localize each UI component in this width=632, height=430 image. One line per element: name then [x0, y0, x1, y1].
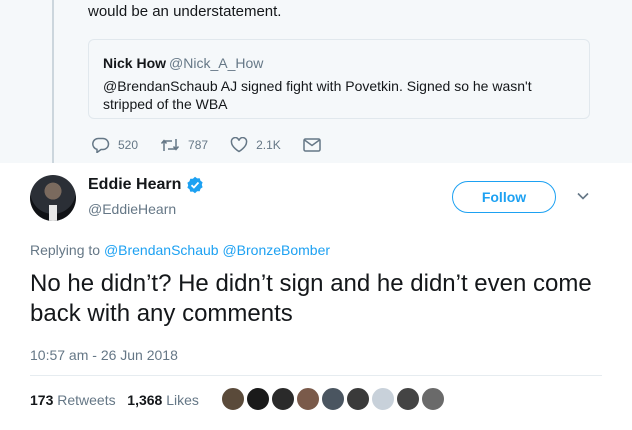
- liker-avatars: [221, 387, 446, 411]
- likes-count: 1,368: [127, 392, 163, 408]
- like-count: 2.1K: [256, 138, 281, 152]
- reply-mention-2[interactable]: @BronzeBomber: [222, 242, 330, 258]
- tweet-text: No he didn’t? He didn’t sign and he didn…: [30, 270, 592, 327]
- divider: [30, 375, 602, 376]
- heart-icon: [230, 137, 248, 153]
- quoted-tweet-text: @BrendanSchaub AJ signed fight with Pove…: [103, 78, 532, 112]
- liker-avatar[interactable]: [421, 387, 445, 411]
- message-action[interactable]: [303, 138, 329, 152]
- likes-label: Likes: [166, 392, 199, 408]
- liker-avatar[interactable]: [246, 387, 270, 411]
- reply-action[interactable]: 520: [92, 137, 138, 153]
- like-action[interactable]: 2.1K: [230, 137, 281, 153]
- previous-tweet-text: would be an understatement.: [88, 3, 282, 20]
- replying-to: Replying to @BrendanSchaub @BronzeBomber: [30, 242, 330, 258]
- avatar-shirt: [49, 205, 57, 221]
- liker-avatar[interactable]: [321, 387, 345, 411]
- retweets-label: Retweets: [57, 392, 116, 408]
- reply-count: 520: [118, 138, 139, 152]
- quoted-author-name[interactable]: Nick How: [103, 55, 166, 71]
- liker-avatar[interactable]: [346, 387, 370, 411]
- avatar[interactable]: [30, 175, 76, 221]
- quoted-tweet-card[interactable]: Nick How @Nick_A_How @BrendanSchaub AJ si…: [88, 39, 590, 119]
- likes-stat[interactable]: 1,368 Likes: [127, 392, 199, 408]
- previous-tweet-section: would be an understatement. Nick How @Nic…: [0, 0, 632, 163]
- liker-avatar[interactable]: [221, 387, 245, 411]
- retweets-stat[interactable]: 173 Retweets: [30, 392, 116, 408]
- reply-mention-1[interactable]: @BrendanSchaub: [104, 242, 219, 258]
- quoted-author-handle[interactable]: @Nick_A_How: [169, 55, 263, 71]
- verified-badge-icon: [187, 176, 203, 194]
- envelope-icon: [303, 138, 321, 152]
- tweet-stats: 173 Retweets 1,368 Likes: [30, 392, 199, 408]
- author-name-row: Eddie Hearn: [88, 176, 204, 194]
- liker-avatar[interactable]: [371, 387, 395, 411]
- retweets-count: 173: [30, 392, 54, 408]
- author-name[interactable]: Eddie Hearn: [88, 176, 181, 194]
- reply-icon: [92, 137, 110, 153]
- tweet-timestamp[interactable]: 10:57 am - 26 Jun 2018: [30, 347, 178, 363]
- replying-to-label: Replying to: [30, 242, 101, 258]
- chevron-down-icon[interactable]: [576, 191, 590, 201]
- follow-button[interactable]: Follow: [452, 181, 556, 213]
- liker-avatar[interactable]: [296, 387, 320, 411]
- liker-avatar[interactable]: [271, 387, 295, 411]
- liker-avatar[interactable]: [396, 387, 420, 411]
- retweet-action[interactable]: 787: [160, 137, 208, 153]
- quoted-tweet-author: Nick How @Nick_A_How: [103, 55, 263, 71]
- retweet-icon: [160, 139, 180, 151]
- author-handle[interactable]: @EddieHearn: [88, 201, 176, 217]
- retweet-count: 787: [188, 138, 209, 152]
- thread-line: [52, 0, 54, 163]
- previous-tweet-actions: 520 787 2.1K: [92, 137, 351, 153]
